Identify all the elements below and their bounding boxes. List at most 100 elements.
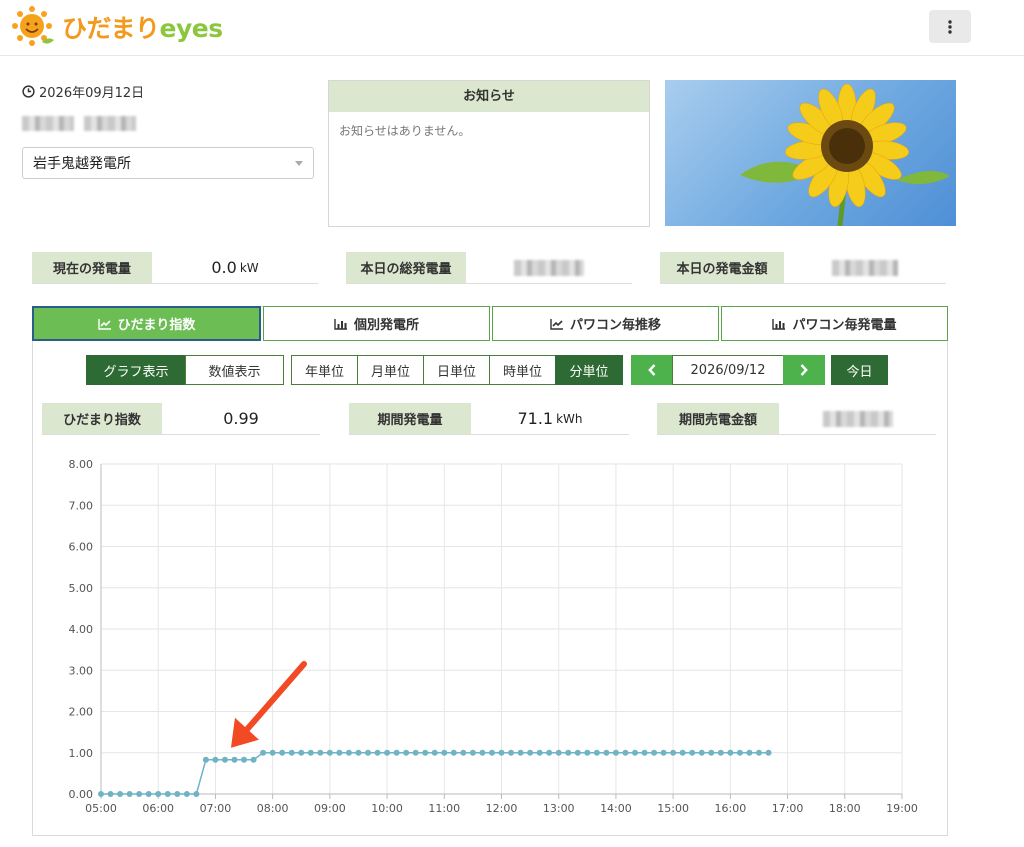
period-generation-unit: kWh [556, 411, 583, 426]
daily-amount-label: 本日の発電金額 [660, 252, 784, 283]
data-point [374, 749, 381, 756]
data-point [584, 749, 591, 756]
next-date-button[interactable] [783, 355, 825, 385]
y-tick-label: 4.00 [69, 623, 94, 636]
current-date: 2026年09月12日 [39, 86, 145, 101]
x-tick-label: 18:00 [829, 802, 861, 815]
month-unit-button[interactable]: 月単位 [357, 355, 424, 385]
data-point [641, 749, 648, 756]
data-point [145, 791, 152, 797]
data-point [431, 749, 438, 756]
data-point [765, 749, 772, 756]
redacted-period-sales [822, 410, 893, 427]
tab-inverter-output[interactable]: パワコン毎発電量 [721, 306, 948, 341]
tab-inverter-trend[interactable]: パワコン毎推移 [492, 306, 719, 341]
data-point [345, 749, 352, 756]
period-sales-value-wrap [779, 403, 936, 434]
data-point [288, 749, 295, 756]
series-line [101, 752, 769, 795]
logo[interactable]: ひだまりeyes [12, 4, 223, 50]
data-point [393, 749, 400, 756]
period-generation-value: 71.1 [517, 409, 554, 428]
index-line-chart: 0.00 1.00 2.00 3.00 4.00 5.00 6.00 7.00 8.00 05:0… [69, 458, 918, 815]
prev-date-button[interactable] [631, 355, 673, 385]
x-tick-label: 09:00 [314, 802, 346, 815]
tab-label: 個別発電所 [353, 318, 419, 333]
annotation-arrow-shaft [241, 661, 307, 735]
redacted-daily-amount [832, 259, 898, 276]
x-tick-label: 17:00 [772, 802, 804, 815]
date-display[interactable]: 2026/09/12 [672, 355, 784, 385]
y-tick-label: 6.00 [69, 541, 94, 554]
data-point [174, 791, 181, 797]
data-point [555, 749, 562, 756]
period-generation-label: 期間発電量 [349, 403, 471, 434]
data-point [679, 749, 686, 756]
hour-unit-button[interactable]: 時単位 [489, 355, 556, 385]
data-point [488, 749, 495, 756]
date-navigation: 2026/09/12 [631, 355, 825, 385]
data-point [622, 749, 629, 756]
x-tick-label: 15:00 [657, 802, 689, 815]
tab-hidamari-index[interactable]: ひだまり指数 [32, 306, 261, 341]
x-tick-label: 06:00 [142, 802, 174, 815]
data-point [498, 749, 505, 756]
redacted-user-name-2 [84, 116, 136, 131]
data-point [241, 756, 248, 763]
x-tick-label: 12:00 [486, 802, 518, 815]
data-point [565, 749, 572, 756]
data-point [117, 791, 124, 797]
logo-text-jp: ひだまり [62, 14, 160, 43]
x-tick-label: 11:00 [428, 802, 460, 815]
current-output-unit: kW [239, 260, 259, 275]
index-value: 0.99 [223, 409, 259, 428]
minute-unit-button[interactable]: 分単位 [555, 355, 623, 385]
data-point [384, 749, 391, 756]
day-unit-button[interactable]: 日単位 [423, 355, 490, 385]
data-point [355, 749, 362, 756]
data-point [403, 749, 410, 756]
data-point [365, 749, 371, 756]
numeric-view-button[interactable]: 数値表示 [185, 355, 284, 385]
chart-grid [100, 463, 903, 795]
period-generation-stat: 期間発電量 71.1 kWh [349, 403, 629, 435]
tab-label: パワコン毎推移 [569, 318, 661, 333]
current-output-value-wrap: 0.0 kW [152, 252, 318, 283]
data-point [164, 791, 171, 797]
data-point [126, 791, 133, 797]
graph-view-button[interactable]: グラフ表示 [86, 355, 186, 385]
redacted-daily-total [514, 259, 584, 276]
clock-icon [22, 85, 35, 98]
bar-chart-icon [772, 318, 786, 330]
data-point [660, 749, 667, 756]
tab-label: ひだまり指数 [117, 318, 196, 333]
sunflower-image [665, 80, 956, 226]
tab-bar: ひだまり指数 個別発電所 パワコン毎推移 パワコン毎発電量 [32, 306, 948, 341]
data-point [460, 749, 467, 756]
data-point [422, 749, 429, 756]
data-point [441, 749, 448, 756]
data-point [517, 749, 524, 756]
daily-total-label: 本日の総発電量 [346, 252, 466, 283]
current-output-value: 0.0 [211, 258, 237, 277]
year-unit-button[interactable]: 年単位 [291, 355, 358, 385]
data-point [183, 791, 190, 797]
menu-button[interactable] [929, 10, 971, 43]
today-button[interactable]: 今日 [831, 355, 888, 385]
line-chart-icon [97, 318, 111, 330]
site-select-value: 岩手鬼越発電所 [33, 156, 131, 172]
tab-individual-plant[interactable]: 個別発電所 [263, 306, 490, 341]
daily-total-value-wrap [466, 252, 632, 283]
y-tick-label: 7.00 [69, 499, 94, 512]
data-point [527, 749, 534, 756]
site-select[interactable]: 岩手鬼越発電所 [22, 147, 314, 179]
y-tick-label: 8.00 [69, 458, 94, 471]
x-tick-label: 19:00 [886, 802, 918, 815]
data-point [689, 749, 696, 756]
data-point [698, 749, 705, 756]
x-tick-label: 13:00 [543, 802, 575, 815]
chart-series [98, 749, 772, 797]
y-tick-label: 0.00 [69, 788, 94, 801]
x-tick-label: 05:00 [85, 802, 117, 815]
data-point [307, 749, 314, 756]
